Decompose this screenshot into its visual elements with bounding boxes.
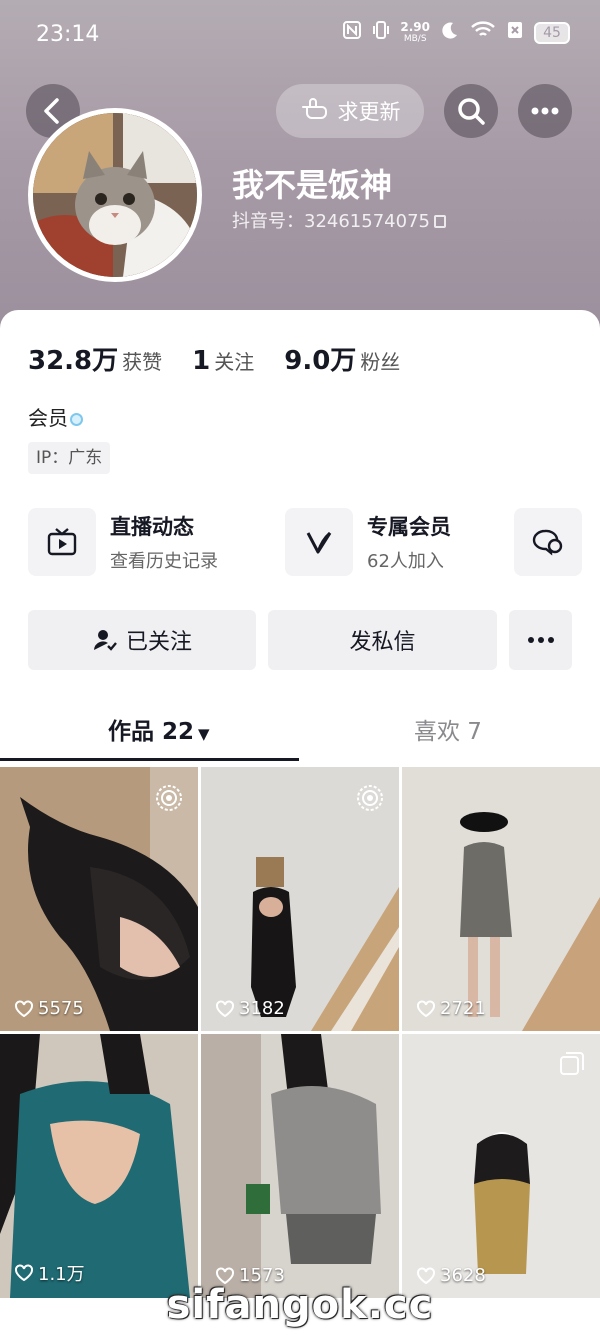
stat-following[interactable]: 1 关注 [192,346,254,376]
feature-group-chat[interactable] [514,506,582,578]
user-check-icon [93,630,117,651]
feature-subtitle: 查看历史记录 [110,551,218,572]
member-text: 会员 [28,406,68,430]
feature-text: 专属会员 62人加入 [367,511,451,573]
network-speed: 2.90 MB/S [400,21,430,45]
stat-label: 粉丝 [360,350,401,374]
post-likes: 5575 [14,998,84,1019]
stat-label: 关注 [214,350,255,374]
stats-row: 32.8万 获赞 1 关注 9.0万 粉丝 [28,340,430,377]
feature-membership[interactable]: 专属会员 62人加入 [285,506,451,578]
stat-likes[interactable]: 32.8万 获赞 [28,340,162,377]
heart-icon [15,1000,33,1017]
nfc-icon [342,20,362,45]
status-time: 23:14 [36,22,100,47]
avatar[interactable] [28,108,202,282]
stat-value: 1 [192,346,211,376]
post-tile[interactable]: 3628 [402,1034,600,1298]
feature-subtitle: 62人加入 [367,551,444,572]
send-message-button[interactable]: 发私信 [268,610,497,670]
tab-works[interactable]: 作品 22 ▼ [108,712,210,746]
status-bar: 23:14 2.90 MB/S 45 [0,0,600,70]
bubble-icon [70,413,83,426]
tab-works-label: 作品 22 [108,719,195,745]
speed-unit: MB/S [403,33,427,44]
action-more-button[interactable] [509,610,572,670]
ip-location-tag: IP：广东 [28,442,111,474]
feature-text: 直播动态 查看历史记录 [110,511,218,573]
send-message-label: 发私信 [349,630,416,655]
multi-image-icon [558,1050,586,1082]
post-likes: 2721 [416,998,486,1019]
heart-icon [417,1000,435,1017]
more-options-button[interactable] [518,84,572,138]
heart-icon [15,1264,33,1282]
heart-icon [216,1000,234,1017]
ellipsis-icon [531,107,559,115]
stat-value: 32.8万 [28,346,119,376]
likes-count: 2721 [440,998,486,1019]
likes-count: 5575 [38,998,84,1019]
stat-label: 获赞 [122,350,163,374]
tab-active-indicator [0,758,299,761]
feature-title: 专属会员 [367,515,451,539]
caret-down-icon: ▼ [198,725,210,743]
copy-icon[interactable] [433,215,446,228]
post-tile[interactable]: 1.1万 [0,1034,198,1298]
v-icon [285,508,353,576]
post-tile[interactable]: 2721 [402,767,600,1031]
action-buttons: 已关注 发私信 [0,610,600,670]
douyin-id[interactable]: 抖音号：32461574075 [232,207,446,233]
vibrate-icon [372,20,390,45]
douyin-id-text: 抖音号：32461574075 [232,211,430,232]
nickname: 我不是饭神 [232,166,393,204]
battery-level: 45 [534,21,570,44]
request-update-label: 求更新 [337,100,401,124]
post-thumbnail [201,1034,399,1298]
status-icons: 2.90 MB/S 45 [342,20,570,45]
stat-value: 9.0万 [284,346,357,376]
profile-header: 23:14 2.90 MB/S 45 求更新 我不是饭神 抖音号：3246157… [0,0,600,340]
member-label: 会员 [28,402,83,431]
speed-value: 2.90 [400,19,430,34]
tab-likes[interactable]: 喜欢 7 [414,712,482,746]
post-thumbnail [0,1034,198,1298]
post-tile[interactable]: 1573 [201,1034,399,1298]
post-tile[interactable]: 5575 [0,767,198,1031]
moon-icon [440,20,460,45]
likes-count: 3182 [239,998,285,1019]
feature-title: 直播动态 [110,515,194,539]
ellipsis-icon [527,637,554,643]
tab-likes-label: 喜欢 7 [414,719,482,745]
live-icon [355,783,385,817]
pointing-hand-icon [300,95,330,127]
live-icon [154,783,184,817]
sim-off-icon [506,20,524,45]
wifi-icon [470,20,496,45]
followed-button[interactable]: 已关注 [28,610,256,670]
stat-followers[interactable]: 9.0万 粉丝 [284,340,400,377]
feature-entries: 直播动态 查看历史记录 专属会员 62人加入 [0,506,600,578]
content-tabs: 作品 22 ▼ 喜欢 7 [0,706,600,766]
avatar-kitten-image [33,113,197,277]
followed-label: 已关注 [125,630,192,655]
feature-live-history[interactable]: 直播动态 查看历史记录 [28,506,218,578]
profile-screen: 23:14 2.90 MB/S 45 求更新 我不是饭神 抖音号：3246157… [0,0,600,1340]
chat-icon [514,508,582,576]
post-tile[interactable]: 3182 [201,767,399,1031]
search-button[interactable] [444,84,498,138]
post-likes: 3182 [215,998,285,1019]
search-icon [458,98,485,125]
request-update-button[interactable]: 求更新 [276,84,424,138]
post-thumbnail [402,767,600,1031]
tv-icon [28,508,96,576]
watermark-text: sifangok.cc [166,1282,434,1328]
